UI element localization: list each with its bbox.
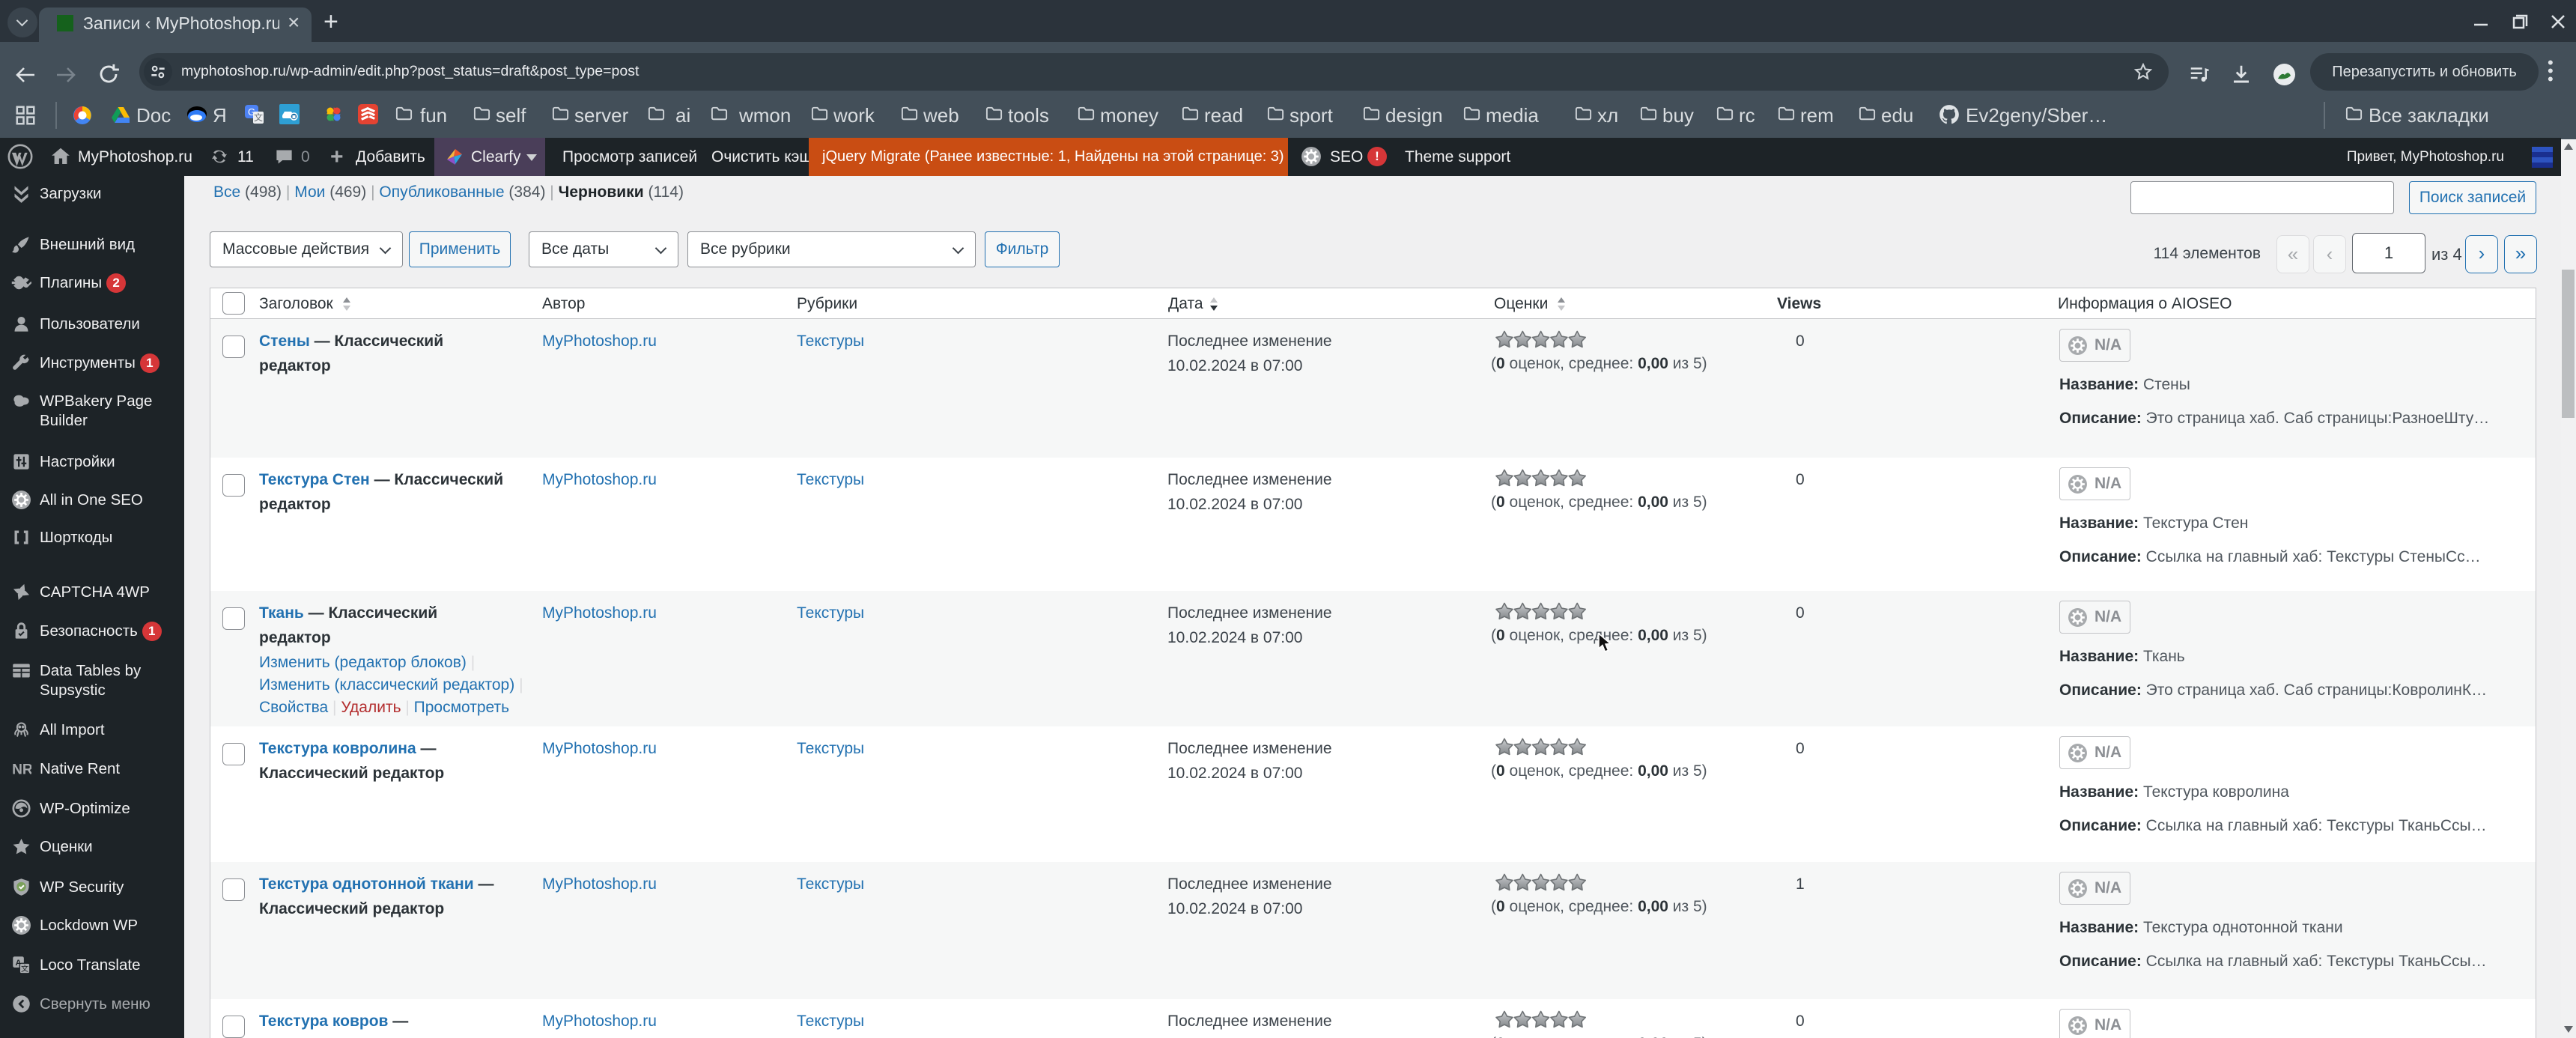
- svg-text:文: 文: [21, 964, 28, 974]
- svg-text:文: 文: [254, 112, 263, 123]
- svg-text:NR: NR: [12, 762, 31, 777]
